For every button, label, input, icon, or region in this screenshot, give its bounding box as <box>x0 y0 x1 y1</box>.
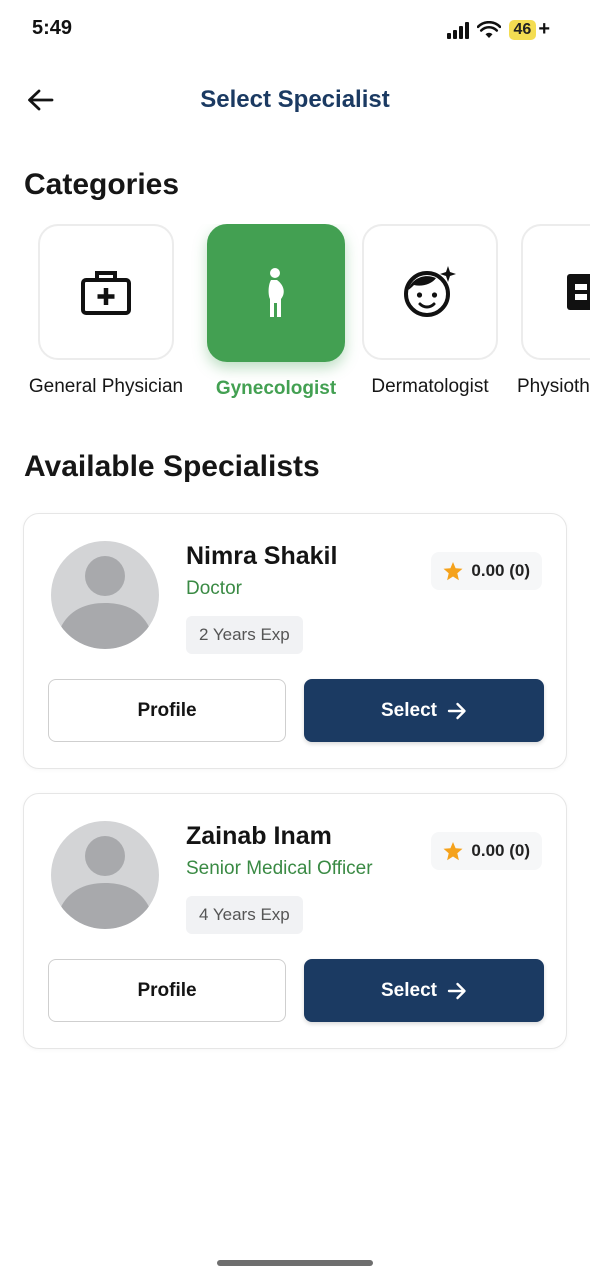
select-button-label: Select <box>381 699 437 721</box>
category-label: Physiotherapist <box>517 376 590 397</box>
category-label: Gynecologist <box>215 378 337 399</box>
select-button-label: Select <box>381 979 437 1001</box>
category-icon-box <box>362 224 498 360</box>
specialist-name: Zainab Inam <box>186 822 332 850</box>
avatar <box>51 821 159 929</box>
specialist-role: Doctor <box>186 578 242 599</box>
specialist-card: Zainab Inam Senior Medical Officer 4 Yea… <box>23 793 567 1049</box>
select-button[interactable]: Select <box>304 679 544 742</box>
status-bar: 5:49 46 + <box>0 0 590 60</box>
category-gynecologist[interactable]: Gynecologist <box>207 224 345 400</box>
category-label: Dermatologist <box>371 376 489 397</box>
home-indicator[interactable] <box>217 1260 373 1266</box>
category-general-physician[interactable]: General Physician <box>29 224 183 398</box>
arrow-right-icon <box>447 702 466 719</box>
category-physiotherapist[interactable]: Physiotherapist <box>517 224 590 398</box>
cellular-signal-icon <box>446 21 469 39</box>
category-label: General Physician <box>28 376 184 397</box>
category-icon-box <box>38 224 174 360</box>
experience-badge: 2 Years Exp <box>186 616 303 654</box>
star-icon <box>443 841 463 860</box>
user-placeholder-icon <box>60 556 150 649</box>
profile-button[interactable]: Profile <box>48 959 286 1022</box>
status-icons: 46 + <box>446 18 550 41</box>
pregnant-woman-icon <box>268 268 284 317</box>
profile-button[interactable]: Profile <box>48 679 286 742</box>
experience-badge: 4 Years Exp <box>186 896 303 934</box>
wifi-icon <box>476 20 501 38</box>
app-header: Select Specialist <box>0 72 590 128</box>
physio-icon <box>567 274 590 310</box>
rating-badge: 0.00 (0) <box>431 552 542 590</box>
arrow-right-icon <box>447 982 466 999</box>
rating-value: 0.00 (0) <box>471 561 530 580</box>
face-sparkle-icon <box>404 266 456 317</box>
rating-value: 0.00 (0) <box>471 841 530 860</box>
category-icon-box <box>207 224 345 362</box>
specialists-heading: Available Specialists <box>24 450 320 483</box>
charging-indicator: + <box>538 18 550 40</box>
battery-level: 46 <box>508 19 537 40</box>
category-carousel[interactable]: General Physician Gynecologist Dermatolo… <box>0 224 590 404</box>
specialist-card: Nimra Shakil Doctor 2 Years Exp 0.00 (0)… <box>23 513 567 769</box>
page-title: Select Specialist <box>200 86 390 113</box>
category-dermatologist[interactable]: Dermatologist <box>362 224 498 398</box>
star-icon <box>443 561 463 580</box>
user-placeholder-icon <box>60 836 150 929</box>
select-button[interactable]: Select <box>304 959 544 1022</box>
specialist-name: Nimra Shakil <box>186 542 338 570</box>
category-icon-box <box>521 224 590 360</box>
specialist-role: Senior Medical Officer <box>186 858 373 879</box>
battery-indicator: 46 + <box>508 18 550 41</box>
medical-kit-icon <box>81 271 131 315</box>
categories-heading: Categories <box>24 168 180 201</box>
avatar <box>51 541 159 649</box>
status-time: 5:49 <box>32 17 73 39</box>
rating-badge: 0.00 (0) <box>431 832 542 870</box>
